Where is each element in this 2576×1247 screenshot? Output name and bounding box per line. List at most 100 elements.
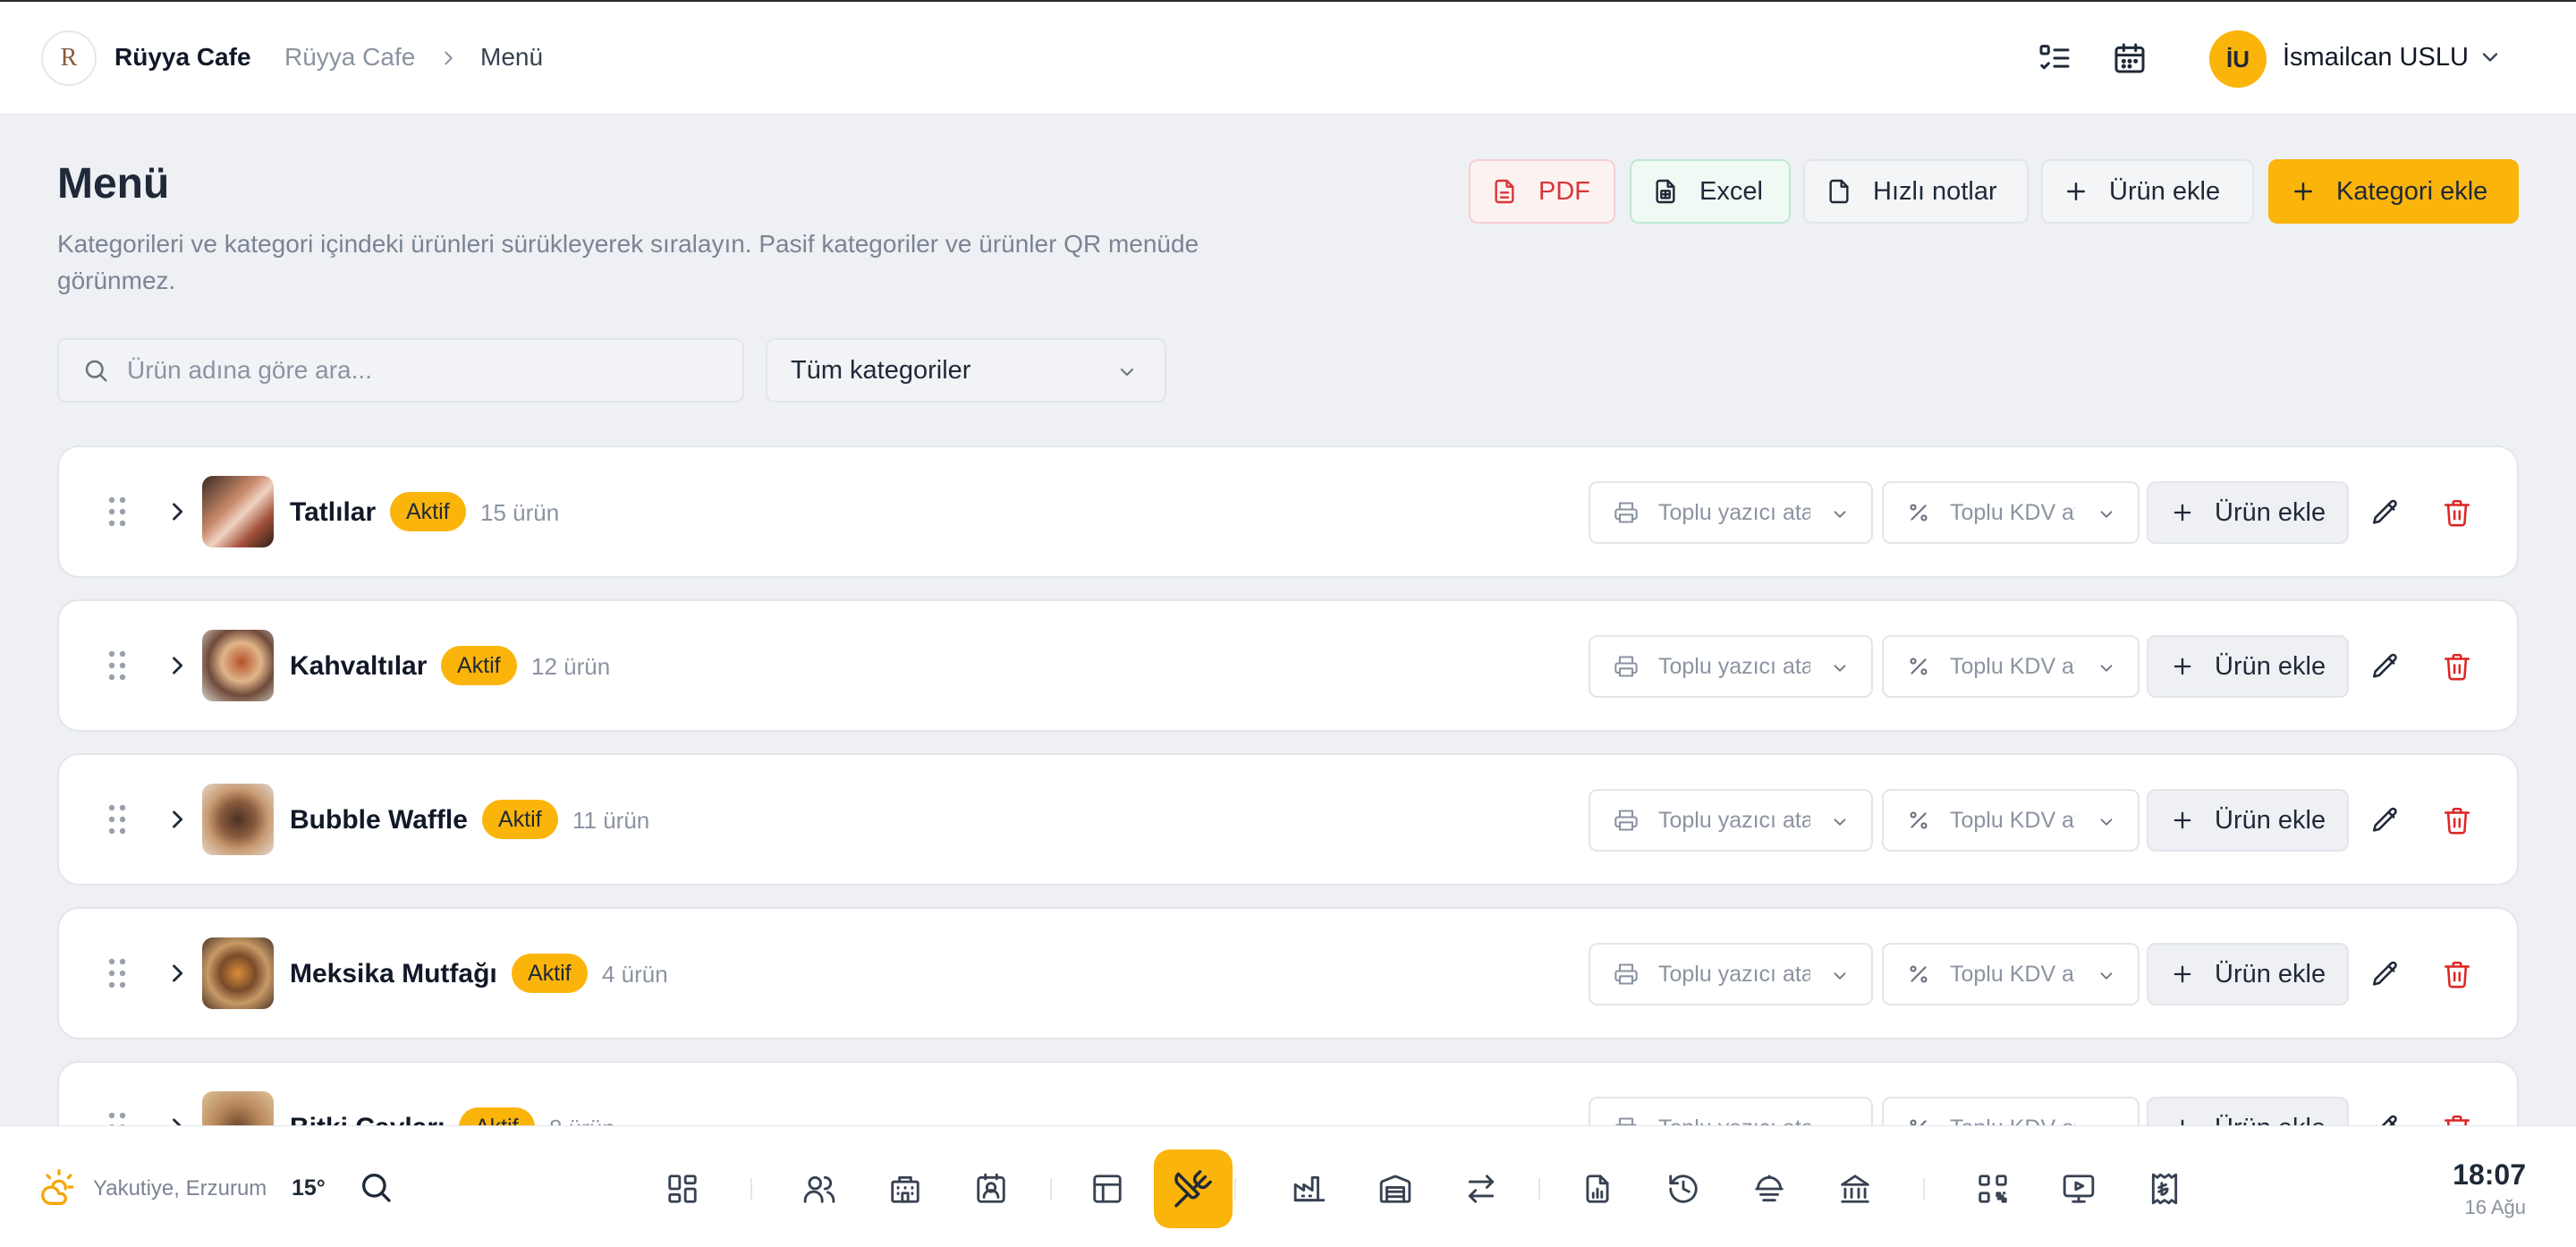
category-row[interactable]: Bitki Çayları Aktif 8 ürün Toplu yazıcı … <box>57 1061 2519 1127</box>
search-input[interactable] <box>127 356 699 385</box>
avatar[interactable]: İU <box>2209 30 2267 88</box>
calendar-icon[interactable] <box>2111 39 2148 77</box>
product-count: 11 ürün <box>572 807 650 834</box>
category-row[interactable]: Meksika Mutfağı Aktif 4 ürün Toplu yazıc… <box>57 907 2519 1039</box>
bulk-kdv-select[interactable]: Toplu KDV ata <box>1882 789 2140 852</box>
bulk-printer-select[interactable]: Toplu yazıcı ata <box>1589 1097 1873 1127</box>
category-thumbnail <box>202 784 274 855</box>
status-badge[interactable]: Aktif <box>390 492 466 531</box>
bank-icon[interactable] <box>1830 1164 1880 1214</box>
status-badge[interactable]: Aktif <box>459 1107 535 1127</box>
history-icon[interactable] <box>1658 1164 1708 1214</box>
factory-icon[interactable] <box>1284 1164 1335 1214</box>
category-filter-select[interactable]: Tüm kategoriler <box>766 338 1166 403</box>
category-name[interactable]: Kahvaltılar <box>290 651 427 682</box>
screen-play-icon[interactable] <box>2054 1164 2104 1214</box>
lira-receipt-icon[interactable] <box>2140 1164 2190 1214</box>
page-description: Kategorileri ve kategori içindeki ürünle… <box>57 230 1199 294</box>
bulk-printer-select[interactable]: Toplu yazıcı ata <box>1589 943 1873 1005</box>
category-name[interactable]: Bubble Waffle <box>290 805 468 836</box>
row-add-product-label: Ürün ekle <box>2215 651 2326 681</box>
category-row[interactable]: Bubble Waffle Aktif 11 ürün Toplu yazıcı… <box>57 753 2519 886</box>
delete-trash-icon[interactable] <box>2442 497 2472 532</box>
bulk-printer-select[interactable]: Toplu yazıcı ata <box>1589 635 1873 698</box>
bulk-printer-select[interactable]: Toplu yazıcı ata <box>1589 481 1873 544</box>
status-badge[interactable]: Aktif <box>482 800 558 839</box>
drag-handle-icon[interactable] <box>107 496 127 532</box>
row-add-product-button[interactable]: Ürün ekle <box>2147 481 2349 544</box>
breadcrumb-home[interactable]: Rüyya Cafe <box>284 43 415 72</box>
weather-location: Yakutiye, Erzurum <box>93 1176 267 1200</box>
expand-chevron-right-icon[interactable] <box>165 807 190 836</box>
expand-chevron-right-icon[interactable] <box>165 653 190 683</box>
expand-chevron-right-icon[interactable] <box>165 961 190 990</box>
add-product-label: Ürün ekle <box>2109 176 2221 206</box>
chevron-down-icon <box>2100 972 2113 980</box>
qr-code-icon[interactable] <box>1968 1164 2018 1214</box>
add-category-button[interactable]: Kategori ekle <box>2268 159 2519 224</box>
pdf-button[interactable]: PDF <box>1469 159 1615 224</box>
category-row[interactable]: Tatlılar Aktif 15 ürün Toplu yazıcı ata … <box>57 445 2519 578</box>
bulk-kdv-select[interactable]: Toplu KDV ata <box>1882 481 2140 544</box>
row-add-product-button[interactable]: Ürün ekle <box>2147 1097 2349 1127</box>
bulk-kdv-select[interactable]: Toplu KDV ata <box>1882 943 2140 1005</box>
delete-trash-icon[interactable] <box>2442 651 2472 686</box>
category-thumbnail <box>202 937 274 1009</box>
delete-trash-icon[interactable] <box>2442 805 2472 840</box>
row-add-product-button[interactable]: Ürün ekle <box>2147 635 2349 698</box>
add-product-button[interactable]: Ürün ekle <box>2041 159 2254 224</box>
quick-notes-button[interactable]: Hızlı notlar <box>1803 159 2029 224</box>
printer-icon <box>1614 656 1638 677</box>
brand-name[interactable]: Rüyya Cafe <box>114 43 251 72</box>
category-list: Tatlılar Aktif 15 ürün Toplu yazıcı ata … <box>57 445 2519 1127</box>
edit-pencil-icon[interactable] <box>2370 651 2401 686</box>
transfer-icon[interactable] <box>1456 1164 1506 1214</box>
status-badge[interactable]: Aktif <box>512 954 588 993</box>
table-layout-icon[interactable] <box>1082 1164 1132 1214</box>
dock-divider <box>1234 1178 1236 1200</box>
drag-handle-icon[interactable] <box>107 803 127 840</box>
category-name[interactable]: Tatlılar <box>290 497 376 528</box>
breadcrumb-current: Menü <box>480 43 544 71</box>
building-icon[interactable] <box>880 1164 930 1214</box>
contact-icon[interactable] <box>966 1164 1016 1214</box>
edit-pencil-icon[interactable] <box>2370 805 2401 840</box>
chevron-down-icon <box>1834 972 1846 980</box>
percent-icon <box>1910 811 1928 829</box>
bulk-kdv-placeholder: Toplu KDV ata <box>1950 961 2075 987</box>
expand-chevron-right-icon[interactable] <box>165 499 190 529</box>
category-name[interactable]: Meksika Mutfağı <box>290 959 497 989</box>
delete-trash-icon[interactable] <box>2442 959 2472 994</box>
edit-pencil-icon[interactable] <box>2370 497 2401 532</box>
user-menu-chevron-down-icon[interactable] <box>2478 45 2503 74</box>
bulk-printer-select[interactable]: Toplu yazıcı ata <box>1589 789 1873 852</box>
pdf-file-icon <box>1495 179 1514 204</box>
row-add-product-button[interactable]: Ürün ekle <box>2147 789 2349 852</box>
bulk-kdv-select[interactable]: Toplu KDV ata <box>1882 635 2140 698</box>
utensils-icon[interactable] <box>1154 1149 1233 1228</box>
status-badge[interactable]: Aktif <box>441 646 517 685</box>
category-row[interactable]: Kahvaltılar Aktif 12 ürün Toplu yazıcı a… <box>57 599 2519 732</box>
product-count: 15 ürün <box>480 499 560 526</box>
sun-cloud-icon <box>39 1167 79 1211</box>
drag-handle-icon[interactable] <box>107 957 127 994</box>
warehouse-icon[interactable] <box>1370 1164 1420 1214</box>
report-icon[interactable] <box>1572 1164 1623 1214</box>
dish-icon[interactable] <box>1744 1164 1794 1214</box>
dock-divider <box>1923 1178 1925 1200</box>
edit-pencil-icon[interactable] <box>2370 959 2401 994</box>
dock-divider <box>750 1178 752 1200</box>
row-add-product-button[interactable]: Ürün ekle <box>2147 943 2349 1005</box>
users-icon[interactable] <box>794 1164 844 1214</box>
bulk-kdv-select[interactable]: Toplu KDV ata <box>1882 1097 2140 1127</box>
excel-button[interactable]: Excel <box>1630 159 1791 224</box>
product-count: 4 ürün <box>602 961 668 988</box>
dashboard-icon[interactable] <box>657 1164 708 1214</box>
task-list-icon[interactable] <box>2036 39 2073 77</box>
user-name[interactable]: İsmailcan USLU <box>2283 43 2469 72</box>
search-icon[interactable] <box>358 1169 394 1209</box>
drag-handle-icon[interactable] <box>107 649 127 686</box>
brand-logo[interactable]: R <box>41 30 97 86</box>
row-add-product-label: Ürün ekle <box>2215 805 2326 835</box>
plus-icon <box>2067 182 2085 200</box>
